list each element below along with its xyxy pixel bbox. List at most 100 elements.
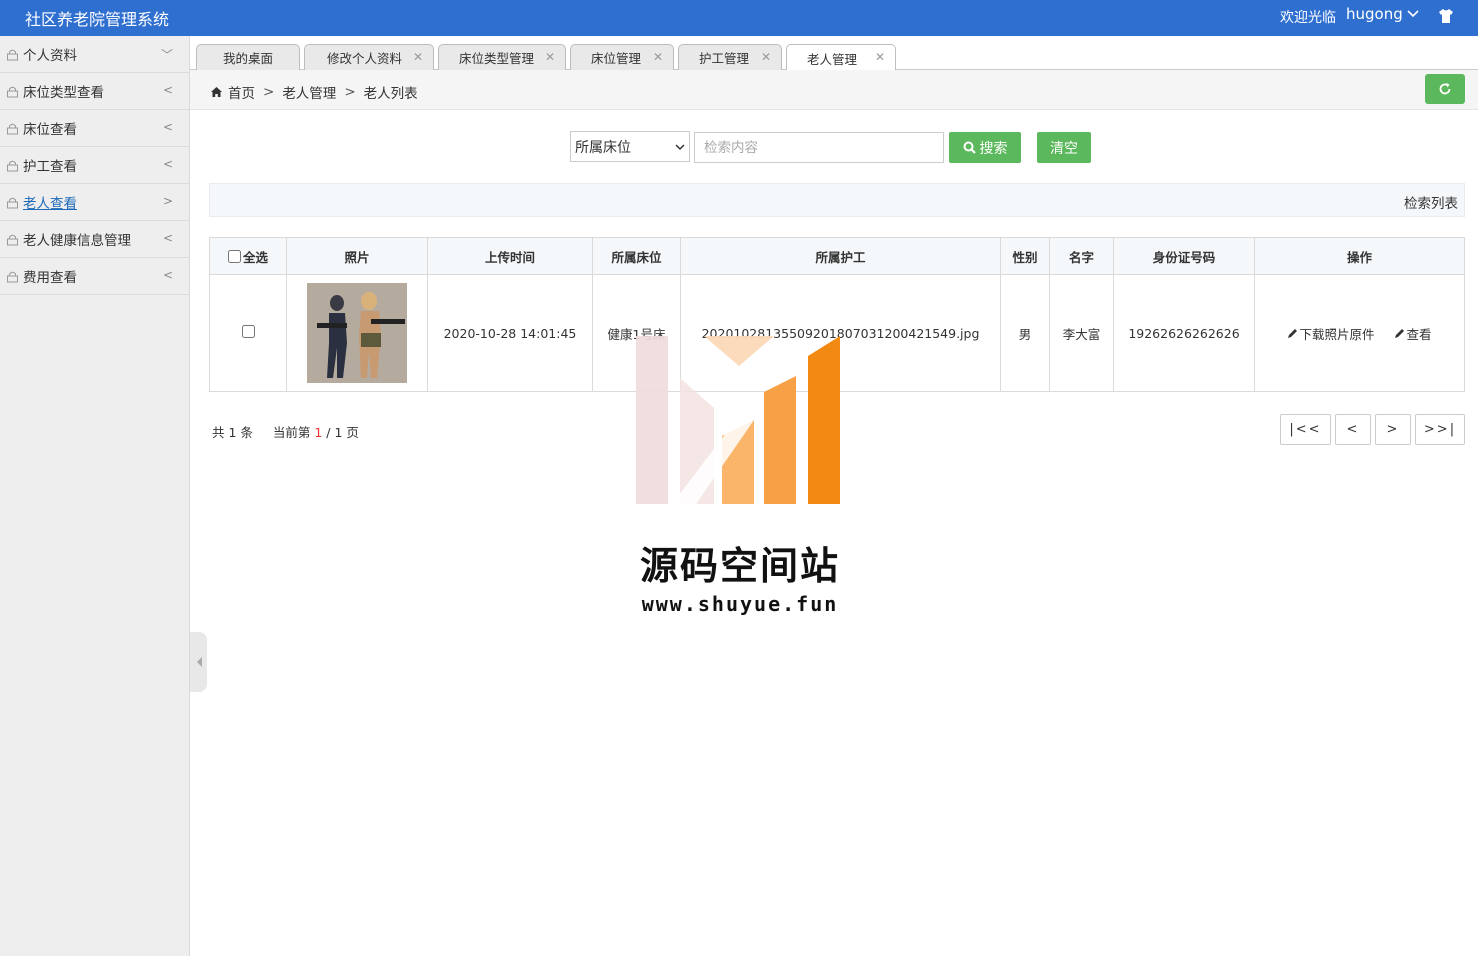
sidebar-item-bed[interactable]: 床位查看 <: [0, 110, 189, 147]
list-header-bar: 检索列表: [209, 183, 1465, 217]
search-button[interactable]: 搜索: [949, 132, 1021, 163]
tab-edit-profile[interactable]: 修改个人资料 ✕: [304, 44, 434, 70]
id-number-cell: 19262626262626: [1113, 274, 1255, 392]
total-prefix: 共: [212, 425, 225, 440]
close-icon[interactable]: ✕: [875, 50, 885, 64]
sidebar-item-label: 护工查看: [23, 159, 77, 175]
caret-left-icon: [196, 657, 202, 667]
lock-icon: [7, 123, 18, 134]
tab-bar: 我的桌面 修改个人资料 ✕ 床位类型管理 ✕ 床位管理 ✕ 护工管理 ✕ 老人管…: [190, 36, 1478, 71]
breadcrumb-separator: >: [263, 84, 275, 100]
clear-button[interactable]: 清空: [1037, 132, 1091, 163]
close-icon[interactable]: ✕: [545, 50, 555, 64]
welcome-text: 欢迎光临: [1280, 10, 1336, 26]
home-icon: [211, 87, 222, 97]
chevron-left-icon: <: [162, 231, 173, 245]
breadcrumb-home[interactable]: 首页: [228, 82, 255, 102]
sidebar-item-label: 床位类型查看: [23, 85, 104, 101]
last-page-button[interactable]: >>|: [1415, 414, 1465, 445]
tab-bed-type[interactable]: 床位类型管理 ✕: [438, 44, 566, 70]
theme-shirt-icon[interactable]: [1437, 7, 1455, 25]
tab-nurse[interactable]: 护工管理 ✕: [678, 44, 782, 70]
top-bar: 社区养老院管理系统 欢迎光临 hugong: [0, 0, 1478, 36]
username: hugong: [1346, 5, 1403, 23]
sidebar-item-nurse[interactable]: 护工查看 <: [0, 147, 189, 184]
prev-page-button[interactable]: <: [1335, 414, 1371, 445]
sidebar-collapse-handle[interactable]: [190, 632, 207, 692]
tab-label: 床位类型管理: [459, 51, 535, 66]
sidebar-item-elderly[interactable]: 老人查看 >: [0, 184, 189, 221]
bed-filter-select[interactable]: 所属床位: [570, 131, 690, 162]
pencil-icon: [1288, 328, 1298, 338]
sidebar-item-bed-type[interactable]: 床位类型查看 <: [0, 73, 189, 110]
app-title: 社区养老院管理系统: [25, 10, 170, 29]
user-menu[interactable]: hugong: [1346, 5, 1419, 23]
current-prefix: 当前第: [272, 425, 311, 440]
list-title: 检索列表: [1404, 196, 1458, 212]
sidebar-item-health[interactable]: 老人健康信息管理 <: [0, 221, 189, 258]
next-page-button[interactable]: >: [1375, 414, 1411, 445]
chevron-left-icon: <: [162, 157, 173, 171]
lock-icon: [7, 86, 18, 97]
tab-bed[interactable]: 床位管理 ✕: [570, 44, 674, 70]
refresh-icon: [1439, 83, 1451, 95]
sidebar-item-label: 床位查看: [23, 122, 77, 138]
close-icon[interactable]: ✕: [653, 50, 663, 64]
refresh-button[interactable]: [1425, 74, 1465, 104]
tab-label: 老人管理: [807, 51, 858, 67]
sidebar-item-label: 老人查看: [23, 196, 77, 212]
total-count: 1: [228, 425, 237, 440]
pencil-icon: [1395, 328, 1405, 338]
view-label: 查看: [1406, 326, 1432, 342]
chevron-down-icon: ﹀: [160, 48, 173, 62]
tab-desktop[interactable]: 我的桌面: [196, 44, 300, 70]
search-input[interactable]: [694, 132, 944, 163]
search-icon: [963, 141, 976, 154]
table-header-row: 全选 照片 上传时间 所属床位 所属护工 性别 名字 身份证号码 操作: [209, 237, 1465, 275]
actions-cell: 下载照片原件 查看: [1254, 274, 1465, 392]
column-header: 所属床位: [592, 237, 681, 275]
current-page: 1: [314, 425, 323, 440]
breadcrumb-bar: 首页 > 老人管理 > 老人列表: [190, 70, 1478, 110]
name-cell: 李大富: [1049, 274, 1114, 392]
tab-elderly[interactable]: 老人管理 ✕: [786, 44, 896, 71]
chevron-left-icon: <: [162, 120, 173, 134]
lock-icon: [7, 234, 18, 245]
column-header: 照片: [286, 237, 428, 275]
breadcrumb-level2: 老人列表: [363, 86, 418, 102]
upload-time-cell: 2020-10-28 14:01:45: [427, 274, 593, 392]
sidebar: 个人资料 ﹀ 床位类型查看 < 床位查看 < 护工查看 < 老人查看 > 老人健…: [0, 36, 190, 956]
row-select-cell: [209, 274, 287, 392]
column-header: 操作: [1254, 237, 1465, 275]
lock-icon: [7, 160, 18, 171]
chevron-left-icon: <: [162, 268, 173, 282]
column-header: 名字: [1049, 237, 1114, 275]
lock-icon: [7, 271, 18, 282]
sidebar-item-profile[interactable]: 个人资料 ﹀: [0, 36, 189, 73]
watermark-logo: [636, 336, 840, 504]
first-page-button[interactable]: |<<: [1280, 414, 1331, 445]
download-photo-button[interactable]: 下载照片原件: [1287, 324, 1375, 343]
watermark-text: 源码空间站: [639, 544, 840, 588]
row-checkbox[interactable]: [241, 325, 255, 338]
close-icon[interactable]: ✕: [413, 50, 423, 64]
watermark-url: www.shuyue.fun: [641, 592, 839, 616]
breadcrumb-level1[interactable]: 老人管理: [282, 82, 336, 102]
total-suffix: 条: [240, 425, 253, 440]
close-icon[interactable]: ✕: [761, 50, 771, 64]
view-button[interactable]: 查看: [1394, 324, 1432, 343]
elderly-photo[interactable]: [307, 283, 407, 383]
chevron-down-icon: [1407, 10, 1419, 18]
tab-label: 护工管理: [699, 51, 750, 66]
search-button-label: 搜索: [979, 140, 1008, 157]
column-header: 性别: [1000, 237, 1050, 275]
pagination-info: 共 1 条 当前第 1 / 1 页: [212, 422, 359, 441]
breadcrumb: 首页 > 老人管理 > 老人列表: [210, 82, 418, 102]
select-all-checkbox[interactable]: [227, 249, 241, 263]
chevron-left-icon: <: [162, 83, 173, 97]
tab-label: 修改个人资料: [327, 51, 403, 66]
clear-button-label: 清空: [1050, 140, 1078, 157]
tab-label: 我的桌面: [222, 51, 273, 66]
sidebar-item-fees[interactable]: 费用查看 <: [0, 258, 189, 295]
gender-cell: 男: [1000, 274, 1050, 392]
